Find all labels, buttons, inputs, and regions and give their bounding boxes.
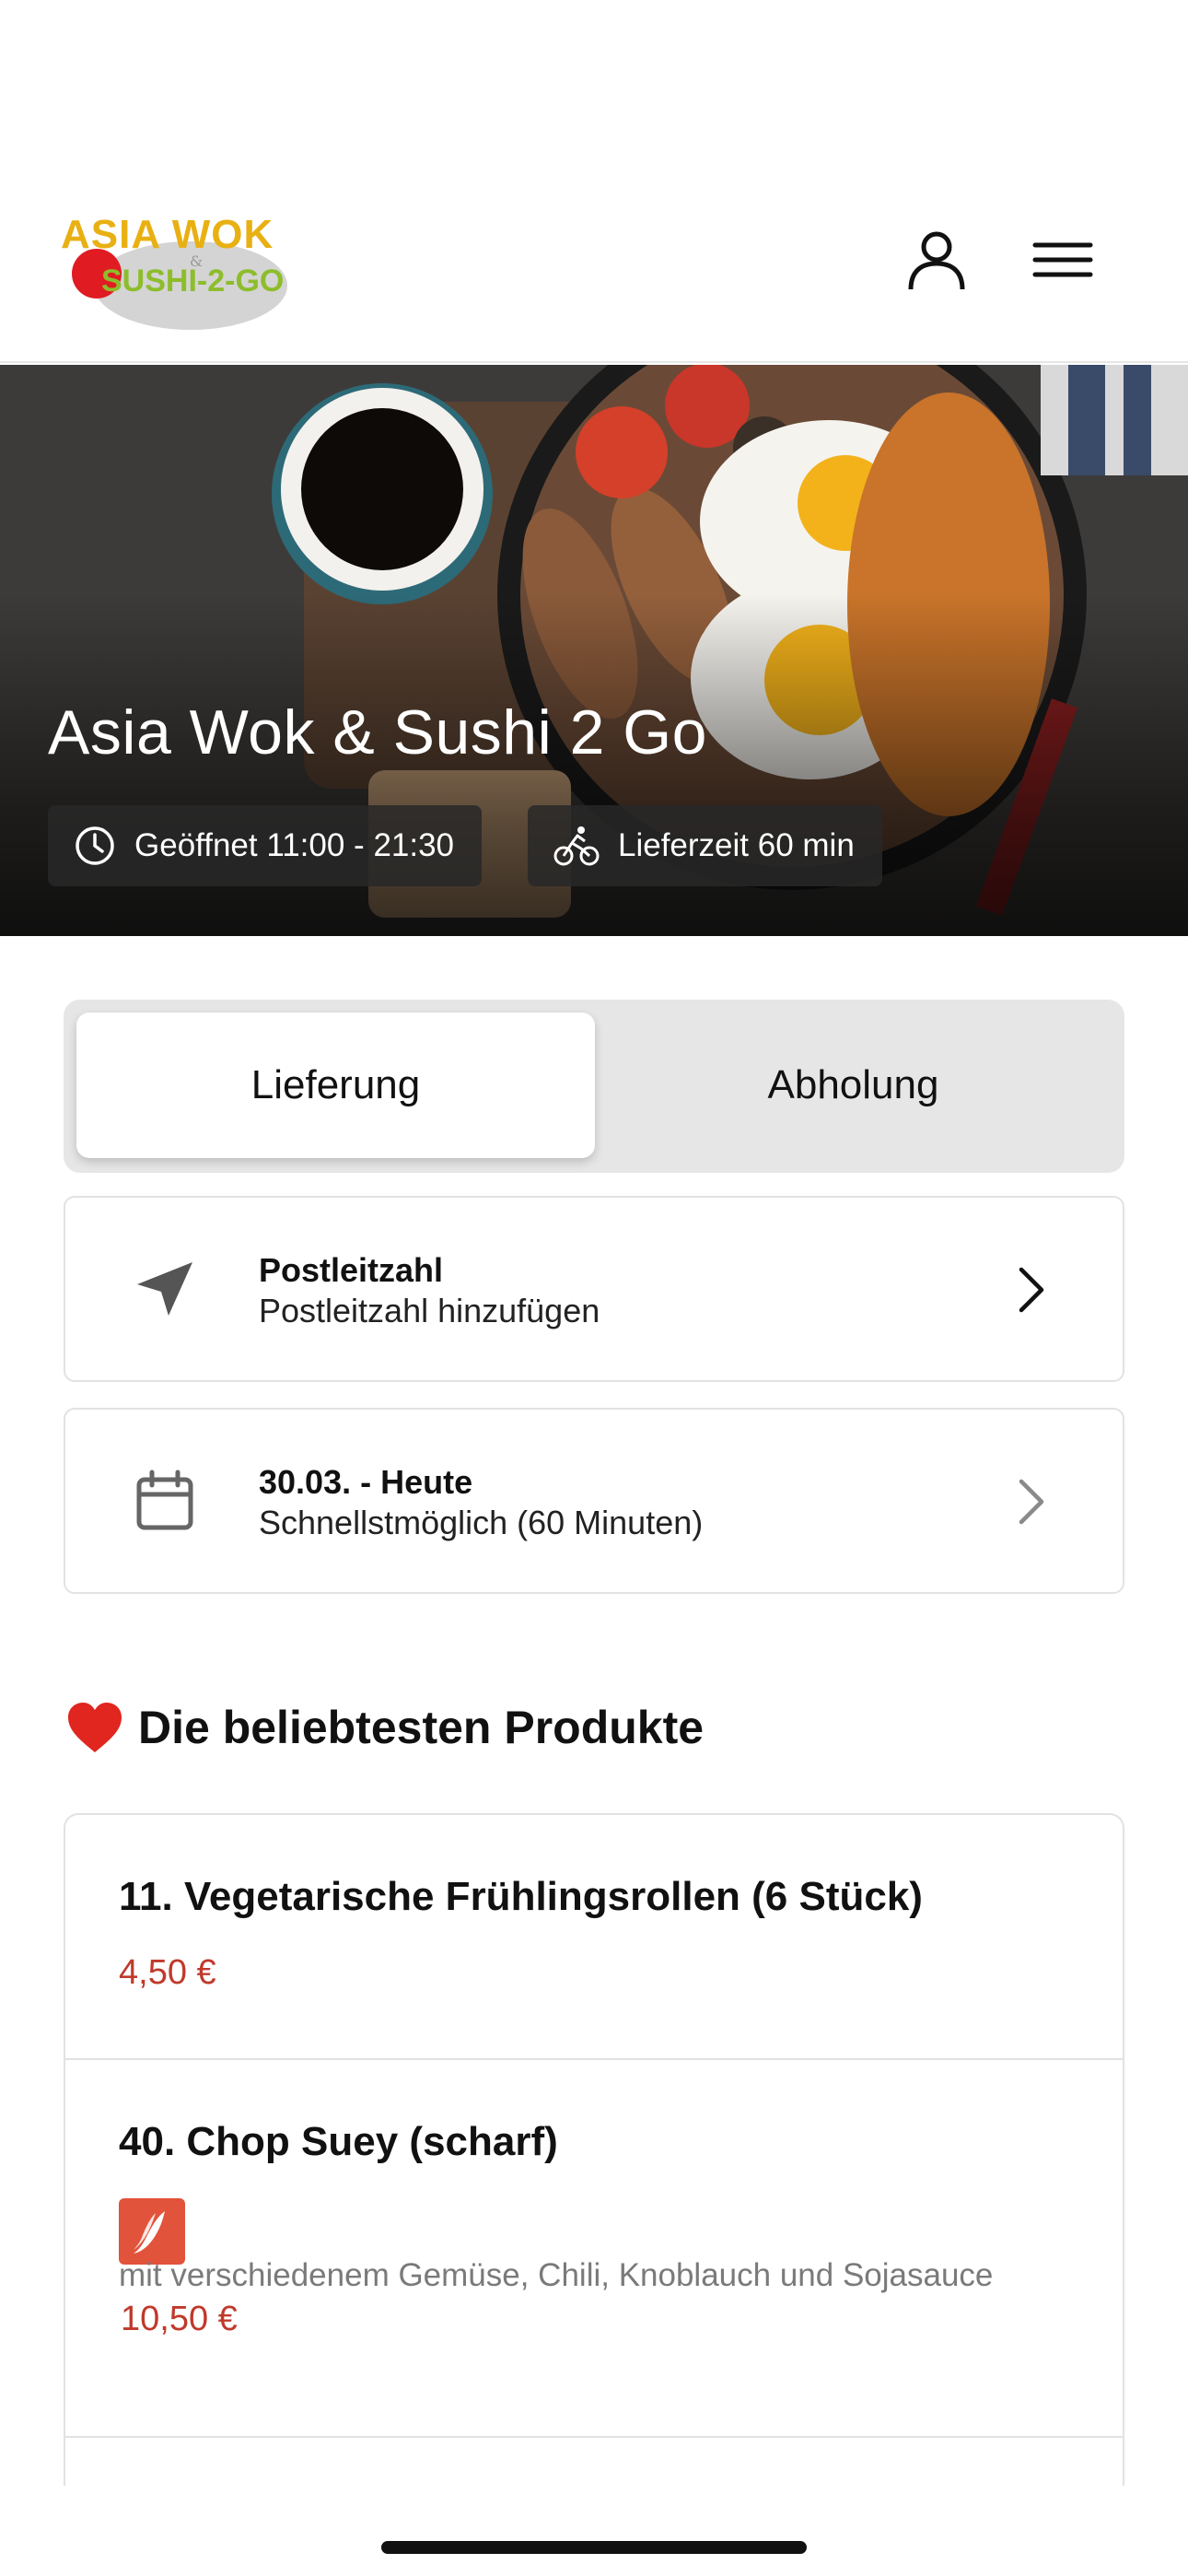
product-price: 10,50 € — [121, 2300, 238, 2338]
product-price: 4,50 € — [119, 1953, 216, 1992]
home-indicator — [381, 2541, 807, 2554]
chili-icon — [119, 2198, 185, 2265]
logo-line1: ASIA WOK — [61, 212, 274, 257]
opening-hours-text: Geöffnet 11:00 - 21:30 — [134, 827, 455, 863]
popular-products-title: Die beliebtesten Produkte — [138, 1702, 705, 1753]
user-icon[interactable] — [903, 227, 970, 293]
calendar-icon — [136, 1469, 193, 1530]
postcode-title: Postleitzahl — [259, 1251, 444, 1289]
delivery-date-title: 30.03. - Heute — [259, 1463, 473, 1501]
popular-products-heading: Die beliebtesten Produkte — [66, 1701, 704, 1754]
pickup-option[interactable]: Abholung — [594, 1013, 1112, 1158]
product-name: 40. Chop Suey (scharf) — [119, 2119, 558, 2164]
delivery-time-chip: Lieferzeit 60 min — [528, 805, 882, 886]
delivery-time-text: Lieferzeit 60 min — [618, 827, 855, 863]
location-arrow-icon — [137, 1262, 192, 1316]
menu-icon[interactable] — [1030, 227, 1096, 293]
clock-icon — [76, 826, 114, 865]
delivery-option[interactable]: Lieferung — [76, 1013, 595, 1158]
chevron-right-icon — [1019, 1267, 1044, 1313]
hero-banner: Asia Wok & Sushi 2 Go Geöffnet 11:00 - 2… — [0, 365, 1188, 936]
popular-products-list: 11. Vegetarische Frühlingsrollen (6 Stüc… — [64, 1813, 1124, 2486]
bicycle-icon — [553, 826, 600, 866]
product-item[interactable]: 11. Vegetarische Frühlingsrollen (6 Stüc… — [65, 1815, 1123, 2060]
delivery-date-card[interactable]: 30.03. - Heute Schnellstmöglich (60 Minu… — [64, 1408, 1124, 1594]
delivery-mode-toggle: Lieferung Abholung — [64, 1000, 1124, 1173]
restaurant-name: Asia Wok & Sushi 2 Go — [48, 697, 707, 767]
product-item[interactable]: 40. Chop Suey (scharf) mit verschiedenem… — [65, 2060, 1123, 2438]
logo-line2: SUSHI-2-GO — [101, 263, 285, 299]
restaurant-logo[interactable]: ASIA WOK & SUSHI-2-GO — [61, 210, 291, 330]
opening-hours-chip: Geöffnet 11:00 - 21:30 — [48, 805, 483, 886]
postcode-subtitle: Postleitzahl hinzufügen — [259, 1292, 600, 1329]
product-name: 11. Vegetarische Frühlingsrollen (6 Stüc… — [119, 1874, 923, 1919]
delivery-date-subtitle: Schnellstmöglich (60 Minuten) — [259, 1504, 704, 1541]
product-description: mit verschiedenem Gemüse, Chili, Knoblau… — [119, 2257, 994, 2293]
heart-icon — [68, 1703, 122, 1752]
app-header: ASIA WOK & SUSHI-2-GO — [0, 0, 1188, 363]
chevron-right-icon — [1019, 1479, 1044, 1525]
postcode-card[interactable]: Postleitzahl Postleitzahl hinzufügen — [64, 1196, 1124, 1382]
